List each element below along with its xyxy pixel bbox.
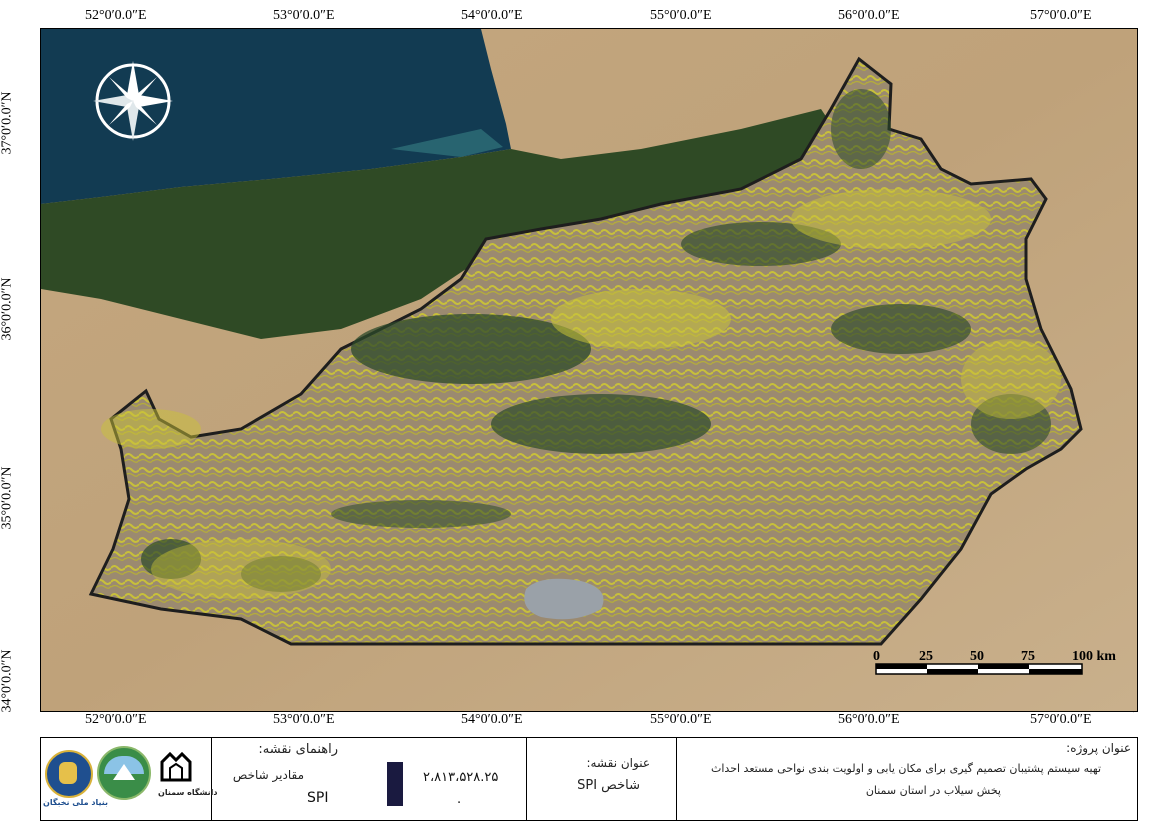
scale-tick-0: 0 — [873, 649, 880, 664]
scale-tick-50: 50 — [970, 649, 984, 664]
map-title-cell: عنوان نقشه: شاخص SPI — [526, 738, 677, 820]
spi-patch-8 — [331, 500, 511, 528]
index-name: SPI — [307, 790, 329, 806]
spi-yellow-3 — [151, 539, 331, 599]
logo-mountain-seal — [97, 746, 151, 800]
lon-label-top-54: 54°0′0.0″E — [461, 8, 523, 23]
scale-tick-75: 75 — [1021, 649, 1035, 664]
lat-label-left-36: 36°0′0.0″N — [0, 277, 15, 341]
lon-label-bottom-56: 56°0′0.0″E — [838, 712, 900, 727]
lat-label-left-37: 37°0′0.0″N — [0, 91, 15, 155]
logo-elites-foundation-text: بنیاد ملی نخبگان — [43, 798, 109, 807]
project-title-label: عنوان پروژه: — [1066, 741, 1131, 755]
lon-label-top-53: 53°0′0.0″E — [273, 8, 335, 23]
lon-label-bottom-54: 54°0′0.0″E — [461, 712, 523, 727]
spi-patch-2 — [491, 394, 711, 454]
lat-label-left-35: 35°0′0.0″N — [0, 466, 15, 530]
map-legend-cell: راهنمای نقشه: مقادیر شاخص SPI ۲،۸۱۳،۵۲۸.… — [211, 738, 527, 820]
map-svg: 0 25 50 75 100 km — [41, 29, 1137, 711]
project-title-line2: پخش سیلاب در استان سمنان — [865, 784, 1001, 797]
spi-yellow-2 — [791, 189, 991, 249]
lon-label-top-55: 55°0′0.0″E — [650, 8, 712, 23]
project-title-cell: عنوان پروژه: تهیه سیستم پشتیبان تصمیم گی… — [676, 738, 1137, 820]
title-block: بنیاد ملی نخبگان دانشگاه سمنان راهنمای ن… — [40, 737, 1138, 821]
scale-tick-25: 25 — [919, 649, 933, 664]
lon-label-bottom-52: 52°0′0.0″E — [85, 712, 147, 727]
map-legend-label: راهنمای نقشه: — [258, 742, 338, 757]
lat-label-left-34: 34°0′0.0″N — [0, 649, 15, 713]
legend-value-low: . — [457, 792, 462, 807]
map-title-label: عنوان نقشه: — [586, 756, 650, 770]
salt-lake — [524, 578, 604, 620]
project-title-line1: تهیه سیستم پشتیبان تصمیم گیری برای مکان … — [711, 762, 1101, 775]
logos-cell: بنیاد ملی نخبگان دانشگاه سمنان — [41, 738, 217, 820]
logo-elites-foundation — [45, 750, 93, 798]
legend-value-high: ۲،۸۱۳،۵۲۸.۲۵ — [423, 770, 499, 785]
lon-label-bottom-57: 57°0′0.0″E — [1030, 712, 1092, 727]
lon-label-top-57: 57°0′0.0″E — [1030, 8, 1092, 23]
lon-label-top-52: 52°0′0.0″E — [85, 8, 147, 23]
logo-semnan-university — [158, 750, 194, 786]
spi-color-ramp — [387, 762, 403, 806]
logo-semnan-university-text: دانشگاه سمنان — [158, 788, 218, 797]
lon-label-bottom-53: 53°0′0.0″E — [273, 712, 335, 727]
spi-yellow-5 — [961, 339, 1061, 419]
map-canvas[interactable]: 0 25 50 75 100 km — [40, 28, 1138, 712]
map-title-value: شاخص SPI — [577, 778, 640, 793]
spi-patch-9 — [831, 89, 891, 169]
spi-patch-4 — [831, 304, 971, 354]
lon-label-bottom-55: 55°0′0.0″E — [650, 712, 712, 727]
scale-tick-100: 100 km — [1072, 649, 1116, 664]
spi-yellow-4 — [101, 409, 201, 449]
spi-yellow-1 — [551, 289, 731, 349]
map-layout: 52°0′0.0″E 53°0′0.0″E 54°0′0.0″E 55°0′0.… — [0, 0, 1169, 827]
lon-label-top-56: 56°0′0.0″E — [838, 8, 900, 23]
index-values-label: مقادیر شاخص — [232, 768, 304, 782]
